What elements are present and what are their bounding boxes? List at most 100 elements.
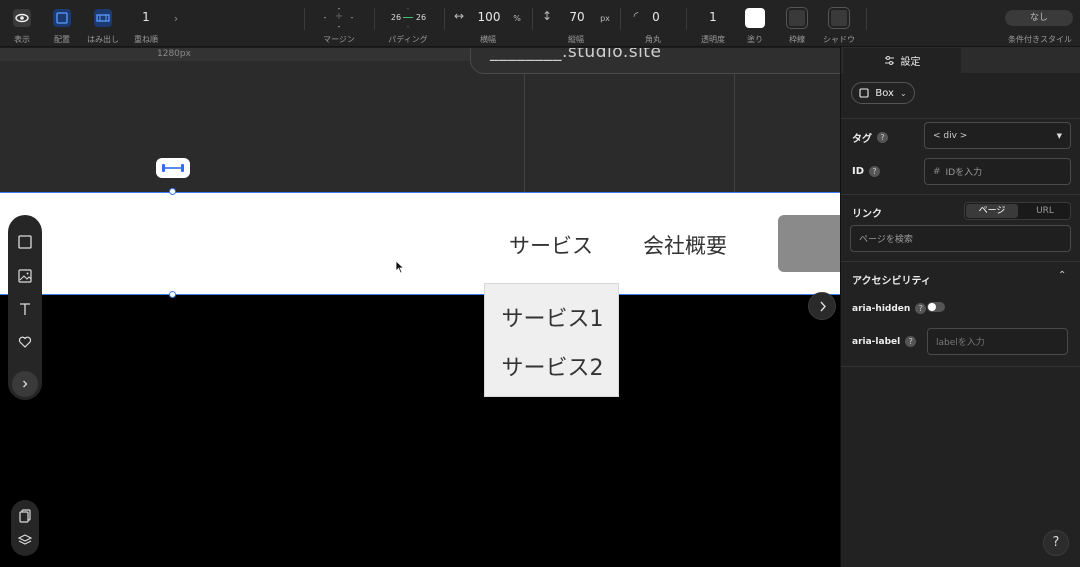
view-label: 表示 (14, 35, 30, 44)
pages-icon[interactable] (16, 507, 34, 525)
design-canvas[interactable]: 1280px ________.studio.site サービス 会社概要 サー… (0, 48, 840, 567)
panel-tabs: 設定 (841, 47, 1080, 73)
panel-divider (841, 366, 1080, 367)
padding-indicator (403, 17, 413, 18)
padding-label: パディング (388, 35, 428, 44)
shadow-swatch[interactable] (829, 8, 849, 28)
view-icon[interactable] (12, 8, 32, 28)
height-unit[interactable]: px (600, 14, 610, 23)
fill-swatch[interactable] (745, 8, 765, 28)
tag-select[interactable]: < div > ▼ (924, 122, 1071, 149)
toolbar-divider (620, 8, 621, 30)
corner-radius-icon: ◜ (633, 9, 639, 23)
overflow-icon[interactable] (93, 8, 113, 28)
radius-value[interactable]: 0 (652, 10, 660, 24)
aria-label-input[interactable]: labelを入力 (927, 328, 1068, 355)
zorder-value[interactable]: 1 (142, 10, 150, 24)
service-dropdown: サービス1 サービス2 (484, 283, 619, 397)
padding-cross-icon: - (406, 4, 410, 13)
tag-select-value: < div > (933, 130, 968, 141)
aria-label-placeholder: labelを入力 (936, 338, 985, 348)
chevron-right-icon[interactable]: › (174, 12, 178, 25)
link-type-segmented: ページ URL (964, 202, 1071, 220)
layers-icon[interactable] (16, 531, 34, 549)
arrange-label: 配置 (54, 35, 70, 44)
chevron-right-icon (820, 301, 826, 312)
link-page-search[interactable]: ページを検索 (850, 225, 1071, 252)
header-cta-button[interactable] (778, 215, 840, 272)
insert-toolbar (8, 215, 42, 400)
border-swatch[interactable] (787, 8, 807, 28)
toolbar-divider (866, 8, 867, 30)
arrange-icon[interactable] (52, 8, 72, 28)
border-label: 枠線 (789, 35, 805, 44)
text-tool-icon[interactable] (16, 300, 34, 318)
zorder-label: 重ね順 (134, 35, 158, 44)
dropdown-item-service1[interactable]: サービス1 (485, 301, 620, 333)
id-input-placeholder: IDを入力 (945, 168, 983, 178)
caret-down-icon: ▼ (1056, 131, 1062, 140)
toolbar-divider (304, 8, 305, 30)
height-value[interactable]: 70 (569, 10, 584, 24)
more-tools-button[interactable] (12, 371, 38, 397)
nav-item-company[interactable]: 会社概要 (643, 230, 727, 260)
conditional-style-pill[interactable]: なし (1005, 10, 1073, 26)
selection-handle-bottom[interactable] (169, 291, 176, 298)
panel-divider (841, 194, 1080, 195)
toolbar-divider (532, 8, 533, 30)
help-icon[interactable]: ? (915, 303, 927, 314)
component-type-selector[interactable]: Box ⌄ (851, 82, 915, 104)
heart-icon[interactable] (16, 333, 34, 351)
margin-label: マージン (323, 35, 355, 44)
width-unit[interactable]: % (513, 14, 521, 23)
help-button[interactable]: ? (1043, 530, 1069, 556)
tab-settings[interactable]: 設定 (843, 48, 961, 73)
id-row-label: ID? (852, 166, 881, 177)
toggle-knob (928, 303, 936, 311)
dropdown-item-service2[interactable]: サービス2 (485, 350, 620, 382)
page-layer-toolbar (11, 500, 39, 556)
tab-settings-label: 設定 (900, 57, 921, 68)
link-search-placeholder: ページを検索 (859, 235, 913, 245)
opacity-value[interactable]: 1 (709, 10, 717, 24)
aria-label-label: aria-label? (852, 336, 917, 347)
image-tool-icon[interactable] (16, 267, 34, 285)
tag-row-label: タグ? (852, 130, 888, 145)
id-input[interactable]: # IDを入力 (924, 158, 1071, 185)
editor-root: 表示 配置 はみ出し 1 重ね順 › - - + - - マージン 26 - 2… (0, 0, 1080, 567)
help-icon[interactable]: ? (905, 336, 917, 347)
sliders-icon (884, 56, 894, 65)
selection-handle-top[interactable] (169, 188, 176, 195)
toolbar-divider (686, 8, 687, 30)
help-icon[interactable]: ? (869, 166, 881, 177)
a11y-section-title[interactable]: アクセシビリティ (852, 272, 931, 287)
fill-label: 塗り (747, 35, 763, 44)
aria-hidden-toggle[interactable] (927, 302, 945, 312)
opacity-label: 透明度 (701, 35, 725, 44)
toolbar-divider (374, 8, 375, 30)
top-toolbar: 表示 配置 はみ出し 1 重ね順 › - - + - - マージン 26 - 2… (0, 0, 1080, 47)
breakpoint-width-label: 1280px (157, 49, 191, 59)
component-type-label: Box (875, 87, 894, 99)
overflow-label: はみ出し (87, 35, 119, 44)
canvas-expand-button[interactable] (808, 292, 836, 320)
link-seg-page[interactable]: ページ (966, 204, 1018, 218)
width-value[interactable]: 100 (478, 10, 501, 24)
site-url-text: ________.studio.site (490, 48, 662, 62)
toolbar-divider (444, 8, 445, 30)
box-tool-icon[interactable] (16, 233, 34, 251)
link-row-label: リンク (852, 209, 882, 220)
nav-item-service[interactable]: サービス (509, 230, 593, 260)
chevron-up-icon[interactable]: ⌃ (1058, 270, 1066, 281)
padding-handle-button[interactable] (156, 158, 190, 178)
properties-panel: 設定 Box ⌄ タグ? < div > ▼ ID? # IDを入力 リンク ペ… (840, 47, 1080, 567)
link-seg-url[interactable]: URL (1019, 204, 1071, 218)
height-label: 縦幅 (568, 35, 584, 44)
panel-divider (841, 261, 1080, 262)
help-icon[interactable]: ? (877, 132, 888, 143)
height-arrows-icon: ↕ (541, 9, 553, 23)
panel-divider (841, 118, 1080, 119)
box-icon (859, 88, 869, 98)
grid-guide-line (524, 74, 525, 192)
width-label: 横幅 (480, 35, 496, 44)
